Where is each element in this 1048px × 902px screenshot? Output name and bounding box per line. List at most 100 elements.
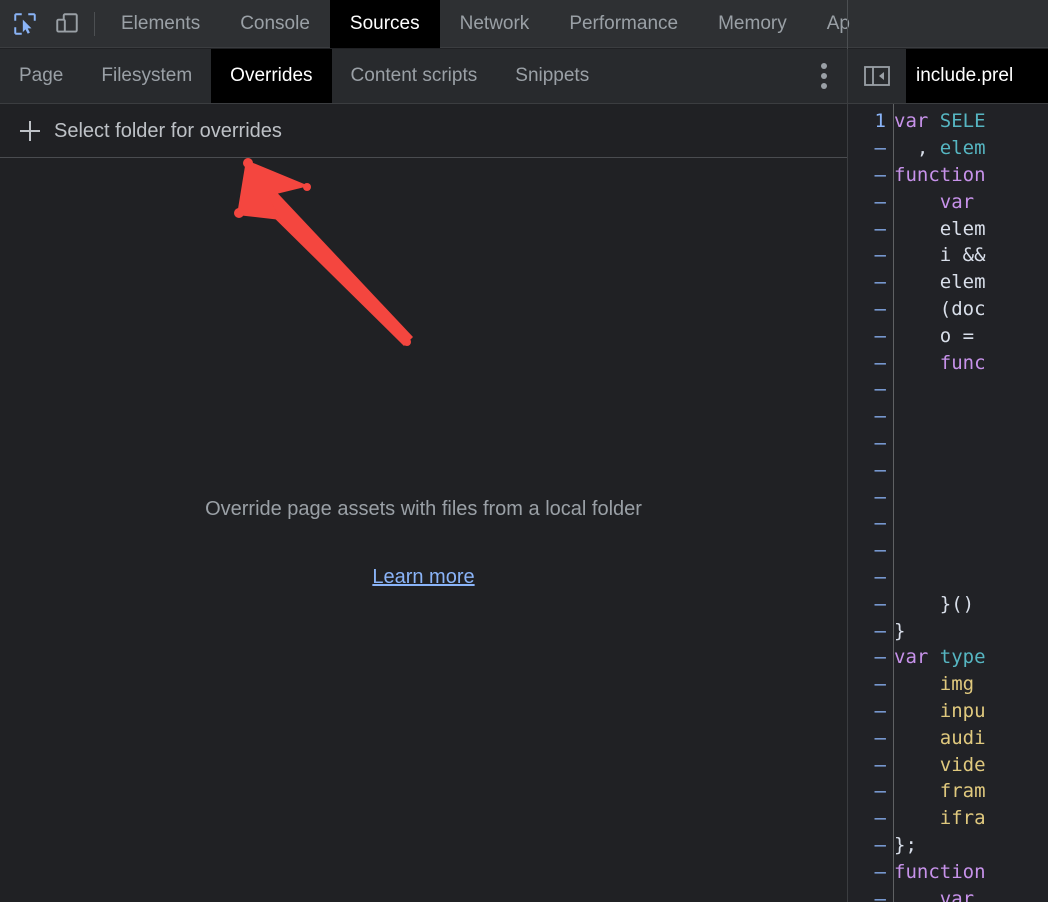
wrapped-line-marker: – bbox=[874, 163, 886, 186]
wrapped-line-marker: – bbox=[874, 324, 886, 347]
code-token: img bbox=[939, 673, 986, 696]
select-folder-for-overrides-button[interactable]: Select folder for overrides bbox=[0, 105, 847, 158]
code-line-text: var bbox=[894, 888, 1048, 902]
overrides-empty-state: Override page assets with files from a l… bbox=[0, 159, 847, 902]
show-navigator-glyph bbox=[864, 66, 890, 86]
learn-more-link[interactable]: Learn more bbox=[372, 566, 474, 589]
tab-performance-label: Performance bbox=[569, 12, 679, 34]
code-token: var bbox=[894, 110, 940, 133]
wrapped-line-marker: – bbox=[874, 431, 886, 454]
tab-console[interactable]: Console bbox=[220, 0, 330, 48]
navigator-tab-content-scripts[interactable]: Content scripts bbox=[332, 49, 497, 103]
tab-performance[interactable]: Performance bbox=[549, 0, 698, 48]
wrapped-line-marker: – bbox=[874, 565, 886, 588]
wrapped-line-marker: – bbox=[874, 405, 886, 428]
wrapped-line-marker: – bbox=[874, 592, 886, 615]
navigator-tab-page[interactable]: Page bbox=[0, 49, 82, 103]
wrapped-line-marker: – bbox=[874, 887, 886, 902]
code-line-text: var SELE bbox=[894, 110, 1048, 132]
wrapped-line-marker: – bbox=[874, 378, 886, 401]
code-token: o = bbox=[894, 324, 986, 347]
kebab-dot bbox=[821, 83, 827, 89]
code-line-text: var type bbox=[894, 646, 1048, 668]
code-line: – bbox=[848, 564, 1048, 591]
code-line-text: audi bbox=[894, 727, 1048, 749]
devtools-main-toolbar: Elements Console Sources Network Perform… bbox=[0, 0, 1048, 48]
tab-network[interactable]: Network bbox=[440, 0, 550, 48]
code-line: – bbox=[848, 376, 1048, 403]
code-token: inpu bbox=[939, 699, 986, 722]
tab-memory[interactable]: Memory bbox=[698, 0, 807, 48]
code-line: – var bbox=[848, 188, 1048, 215]
code-token: type bbox=[939, 646, 986, 669]
code-line-text: function bbox=[894, 861, 1048, 883]
code-token: } bbox=[894, 619, 906, 642]
code-line-text: vide bbox=[894, 754, 1048, 776]
wrapped-line-marker: – bbox=[874, 244, 886, 267]
panel-tab-list: Elements Console Sources Network Perform… bbox=[101, 0, 870, 48]
tab-elements[interactable]: Elements bbox=[101, 0, 220, 48]
tab-sources-label: Sources bbox=[349, 12, 420, 34]
kebab-dot bbox=[821, 73, 827, 79]
code-line: – fram bbox=[848, 778, 1048, 805]
navigator-tab-overrides[interactable]: Overrides bbox=[211, 49, 332, 103]
more-options-icon[interactable] bbox=[800, 49, 848, 103]
code-line-text: }() bbox=[894, 593, 1048, 615]
code-line: – function bbox=[848, 858, 1048, 885]
code-token: func bbox=[939, 351, 986, 374]
inspect-element-icon[interactable] bbox=[4, 0, 46, 48]
code-line: – elem bbox=[848, 269, 1048, 296]
code-line: – var bbox=[848, 885, 1048, 902]
code-token: fram bbox=[939, 780, 986, 803]
navigator-tab-filesystem[interactable]: Filesystem bbox=[82, 49, 211, 103]
code-line: – inpu bbox=[848, 698, 1048, 725]
wrapped-line-marker: – bbox=[874, 351, 886, 374]
code-line-text: var bbox=[894, 191, 1048, 213]
code-line: – ifra bbox=[848, 805, 1048, 832]
device-toolbar-icon[interactable] bbox=[46, 0, 88, 48]
tab-sources[interactable]: Sources bbox=[329, 0, 440, 48]
code-token: elem bbox=[894, 271, 986, 294]
navigator-tab-snippets[interactable]: Snippets bbox=[496, 49, 608, 103]
code-line: – bbox=[848, 430, 1048, 457]
show-navigator-icon[interactable] bbox=[848, 49, 906, 103]
wrapped-line-marker: – bbox=[874, 512, 886, 535]
code-line-text: function bbox=[894, 164, 1048, 186]
code-line-text: elem bbox=[894, 218, 1048, 240]
editor-file-tab[interactable]: include.prel bbox=[906, 49, 1048, 103]
code-token: var bbox=[894, 646, 940, 669]
code-token: , bbox=[894, 137, 940, 160]
code-line-text: func bbox=[894, 352, 1048, 374]
kebab-dots bbox=[821, 61, 827, 91]
code-token: function bbox=[894, 860, 986, 883]
code-line: – bbox=[848, 537, 1048, 564]
code-token: vide bbox=[939, 753, 986, 776]
wrapped-line-marker: – bbox=[874, 860, 886, 883]
tab-application[interactable]: Ap bbox=[807, 0, 870, 48]
wrapped-line-marker: – bbox=[874, 458, 886, 481]
code-editor[interactable]: 1 var SELE – , elem – function – var – elem – … bbox=[848, 104, 1048, 902]
wrapped-line-marker: – bbox=[874, 297, 886, 320]
code-line-text: elem bbox=[894, 271, 1048, 293]
code-line-text: (doc bbox=[894, 298, 1048, 320]
code-line: – i && bbox=[848, 242, 1048, 269]
code-token: SELE bbox=[939, 110, 986, 133]
code-line: –}; bbox=[848, 832, 1048, 859]
empty-state-content: Override page assets with files from a l… bbox=[205, 498, 642, 589]
code-line: – bbox=[848, 456, 1048, 483]
code-token: audi bbox=[939, 726, 986, 749]
code-line-text: ifra bbox=[894, 807, 1048, 829]
code-line: – }() bbox=[848, 590, 1048, 617]
wrapped-line-marker: – bbox=[874, 217, 886, 240]
code-token: var bbox=[939, 887, 975, 902]
wrapped-line-marker: – bbox=[874, 699, 886, 722]
code-line: – img bbox=[848, 671, 1048, 698]
tab-elements-label: Elements bbox=[121, 12, 201, 34]
editor-tab-strip: include.prel bbox=[848, 49, 1048, 104]
wrapped-line-marker: – bbox=[874, 271, 886, 294]
